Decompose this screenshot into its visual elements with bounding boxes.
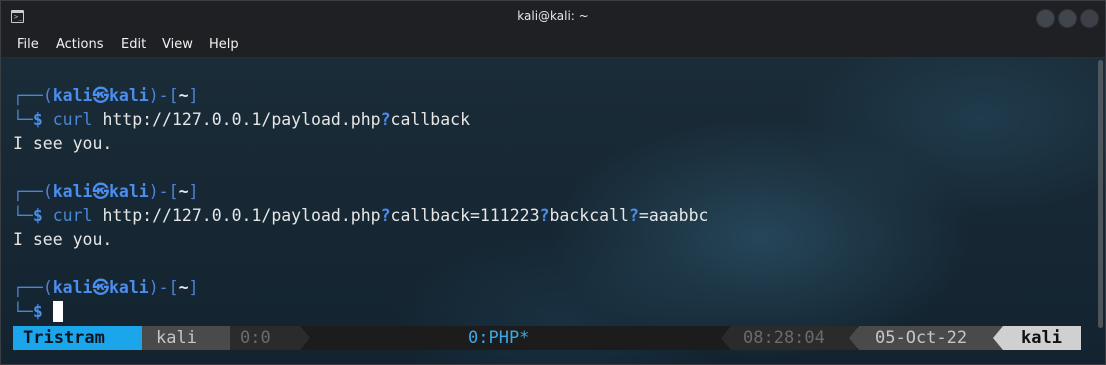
command-line[interactable]: └─$ (13, 300, 63, 324)
terminal-output[interactable]: ┌──(kali㉿kali)-[~] └─$ curl http://127.0… (1, 58, 1105, 364)
menu-view[interactable]: View (162, 37, 193, 52)
tmux-status-bar: Tristram kali 0:0 0:PHP* 08:28:04 05-Oct… (13, 326, 1081, 350)
menu-help[interactable]: Help (209, 37, 239, 52)
prompt-line: ┌──(kali㉿kali)-[~] (13, 278, 199, 297)
scrollbar[interactable] (1098, 60, 1103, 328)
status-separator (993, 326, 1003, 350)
command-line: └─$ curl http://127.0.0.1/payload.php?ca… (13, 206, 709, 225)
window-title: kali@kali: ~ (517, 9, 589, 23)
status-session: Tristram (13, 326, 142, 350)
status-date: 05-Oct-22 (859, 326, 1003, 350)
maximize-icon[interactable] (1058, 9, 1077, 28)
close-icon[interactable] (1080, 9, 1099, 28)
menu-actions[interactable]: Actions (56, 37, 104, 52)
command-output: I see you. (13, 230, 113, 249)
command-output: I see you. (13, 134, 113, 153)
status-separator (300, 326, 310, 350)
status-window[interactable]: 0:PHP* (468, 326, 568, 350)
status-pane: 0:0 (230, 326, 300, 350)
minimize-icon[interactable] (1036, 9, 1055, 28)
status-host: kali (142, 326, 230, 350)
menu-edit[interactable]: Edit (121, 37, 146, 52)
menu-file[interactable]: File (17, 37, 39, 52)
status-time: 08:28:04 (731, 326, 857, 350)
title-bar[interactable]: >_ kali@kali: ~ (1, 1, 1105, 33)
status-user: kali (1003, 326, 1081, 350)
prompt-line: ┌──(kali㉿kali)-[~] (13, 86, 199, 105)
status-separator (721, 326, 731, 350)
menu-bar: File Actions Edit View Help (1, 33, 1105, 58)
text-cursor (52, 301, 63, 322)
command-line: └─$ curl http://127.0.0.1/payload.php?ca… (13, 110, 471, 129)
status-separator (849, 326, 859, 350)
prompt-line: ┌──(kali㉿kali)-[~] (13, 182, 199, 201)
terminal-window: >_ kali@kali: ~ File Actions Edit View H… (0, 0, 1106, 365)
